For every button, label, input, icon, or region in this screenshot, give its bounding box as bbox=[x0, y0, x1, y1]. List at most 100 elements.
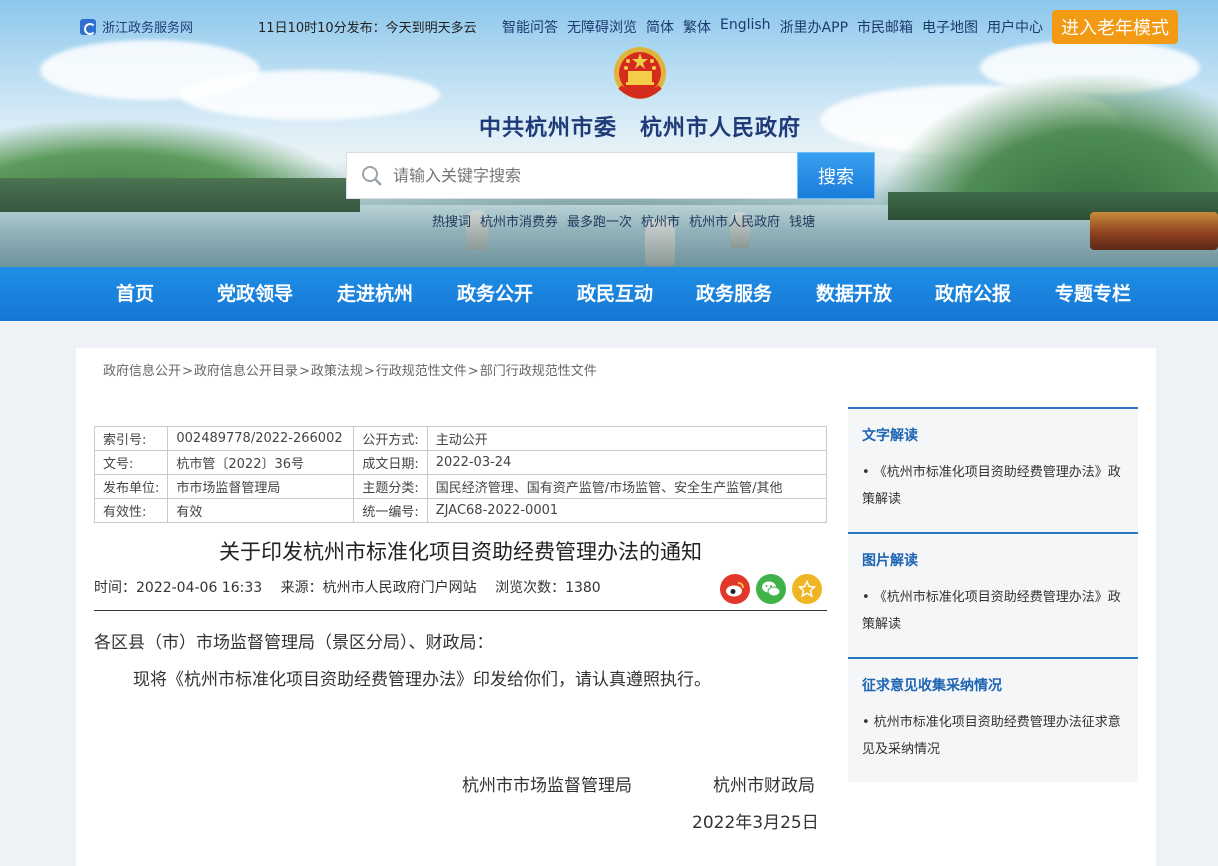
weather-ticker: 11日10时10分发布：今天到明天多云 bbox=[258, 21, 477, 36]
publish-time: 时间：2022-04-06 16:33 bbox=[94, 580, 263, 596]
meta-value: 杭市管〔2022〕36号 bbox=[167, 450, 355, 475]
table-row: 文号: 杭市管〔2022〕36号 成文日期: 2022-03-24 bbox=[93, 450, 828, 475]
breadcrumb-item[interactable]: 政府信息公开 bbox=[103, 364, 181, 379]
nav-party-leadership[interactable]: 党政领导 bbox=[200, 267, 310, 321]
shore-left bbox=[0, 178, 360, 212]
nav-about-hangzhou[interactable]: 走进杭州 bbox=[320, 267, 430, 321]
national-emblem-icon bbox=[614, 47, 666, 99]
search-icon bbox=[362, 165, 382, 186]
star-icon bbox=[798, 580, 816, 598]
breadcrumb-item[interactable]: 行政规范性文件 bbox=[376, 364, 467, 379]
article-source: 来源：杭州市人民政府门户网站 bbox=[280, 580, 477, 596]
sidebar-link[interactable]: • 杭州市标准化项目资助经费管理办法征求意见及采纳情况 bbox=[862, 709, 1127, 763]
link-english[interactable]: English bbox=[720, 17, 771, 37]
breadcrumb-separator: > bbox=[182, 364, 193, 379]
elder-mode-button[interactable]: 进入老年模式 bbox=[1052, 10, 1178, 44]
link-traditional[interactable]: 繁体 bbox=[683, 17, 711, 37]
table-row: 索引号: 002489778/2022-266002 公开方式: 主动公开 bbox=[93, 426, 828, 451]
sidebar-section-image: 图片解读 • 《杭州市标准化项目资助经费管理办法》政策解读 bbox=[848, 532, 1138, 657]
breadcrumb-separator: > bbox=[298, 364, 310, 379]
link-simplified[interactable]: 简体 bbox=[646, 17, 674, 37]
link-citizen-mail[interactable]: 市民邮箱 bbox=[857, 17, 913, 37]
breadcrumb-separator: > bbox=[363, 364, 375, 379]
nav-special-topics[interactable]: 专题专栏 bbox=[1038, 267, 1148, 321]
view-count: 浏览次数：1380 bbox=[495, 580, 601, 596]
hot-search-words: 热搜词 杭州市消费券 最多跑一次 杭州市 杭州市人民政府 钱塘 bbox=[432, 211, 815, 230]
hotword-link[interactable]: 杭州市消费券 bbox=[480, 211, 558, 230]
sidebar-section-feedback: 征求意见收集采纳情况 • 杭州市标准化项目资助经费管理办法征求意见及采纳情况 bbox=[848, 657, 1138, 782]
share-weibo-button[interactable] bbox=[720, 574, 750, 604]
nav-interaction[interactable]: 政民互动 bbox=[560, 267, 670, 321]
zhejiang-service-link[interactable]: 浙江政务服务网 bbox=[80, 17, 193, 36]
meta-value: 主动公开 bbox=[426, 426, 828, 451]
meta-label: 公开方式: bbox=[353, 426, 428, 451]
share-wechat-button[interactable] bbox=[756, 574, 786, 604]
breadcrumb-separator: > bbox=[467, 364, 479, 379]
document-meta-table: 索引号: 002489778/2022-266002 公开方式: 主动公开 文号… bbox=[93, 426, 828, 523]
sidebar-link[interactable]: • 《杭州市标准化项目资助经费管理办法》政策解读 bbox=[862, 584, 1127, 638]
link-accessibility[interactable]: 无障碍浏览 bbox=[567, 17, 637, 37]
breadcrumb: 政府信息公开>政府信息公开目录>政策法规>行政规范性文件>部门行政规范性文件 bbox=[103, 360, 597, 379]
meta-label: 索引号: bbox=[93, 426, 169, 451]
sidebar-heading: 图片解读 bbox=[862, 553, 918, 569]
title-divider bbox=[94, 610, 827, 611]
nav-gazette[interactable]: 政府公报 bbox=[918, 267, 1028, 321]
weibo-icon bbox=[726, 582, 744, 597]
search-box bbox=[346, 152, 798, 199]
signature-date: 2022年3月25日 bbox=[692, 813, 819, 833]
site-title: 中共杭州市委 杭州市人民政府 bbox=[478, 115, 801, 141]
nav-government-affairs[interactable]: 政务公开 bbox=[440, 267, 550, 321]
add-favorite-button[interactable] bbox=[792, 574, 822, 604]
sidebar-heading: 征求意见收集采纳情况 bbox=[862, 678, 1002, 694]
interpretation-sidebar: 文字解读 • 《杭州市标准化项目资助经费管理办法》政策解读 图片解读 • 《杭州… bbox=[848, 407, 1138, 782]
top-links: 智能问答 无障碍浏览 简体 繁体 English 浙里办APP 市民邮箱 电子地… bbox=[502, 17, 1052, 37]
meta-label: 发布单位: bbox=[93, 474, 169, 499]
sidebar-heading: 文字解读 bbox=[862, 428, 918, 444]
link-smart-qa[interactable]: 智能问答 bbox=[502, 17, 558, 37]
meta-value: 市市场监督管理局 bbox=[167, 474, 355, 499]
meta-label: 有效性: bbox=[93, 498, 169, 523]
sidebar-section-text: 文字解读 • 《杭州市标准化项目资助经费管理办法》政策解读 bbox=[848, 407, 1138, 532]
link-user-center[interactable]: 用户中心 bbox=[987, 17, 1043, 37]
hotwords-label: 热搜词 bbox=[432, 215, 472, 230]
letter-salutation: 各区县（市）市场监督管理局（景区分局）、财政局： bbox=[94, 633, 494, 653]
meta-value: 国民经济管理、国有资产监管/市场监管、安全生产监管/其他 bbox=[426, 474, 828, 499]
link-e-map[interactable]: 电子地图 bbox=[922, 17, 978, 37]
letter-body: 现将《杭州市标准化项目资助经费管理办法》印发给你们，请认真遵照执行。 bbox=[133, 670, 711, 690]
meta-label: 统一编号: bbox=[353, 498, 428, 523]
main-nav: 首页 党政领导 走进杭州 政务公开 政民互动 政务服务 数据开放 政府公报 专题… bbox=[0, 267, 1218, 321]
main-content: 政府信息公开>政府信息公开目录>政策法规>行政规范性文件>部门行政规范性文件 索… bbox=[76, 348, 1156, 866]
pavilion-boat bbox=[1090, 212, 1218, 250]
hotword-link[interactable]: 钱塘 bbox=[789, 211, 815, 230]
hotword-link[interactable]: 杭州市人民政府 bbox=[689, 211, 780, 230]
article-info: 时间：2022-04-06 16:33 来源：杭州市人民政府门户网站 浏览次数：… bbox=[94, 577, 615, 597]
nav-open-data[interactable]: 数据开放 bbox=[799, 267, 909, 321]
sidebar-link[interactable]: • 《杭州市标准化项目资助经费管理办法》政策解读 bbox=[862, 459, 1127, 513]
meta-label: 文号: bbox=[93, 450, 169, 475]
meta-value: 2022-03-24 bbox=[426, 450, 828, 475]
meta-label: 主题分类: bbox=[353, 474, 428, 499]
search-input[interactable] bbox=[393, 166, 773, 185]
link-zheliban-app[interactable]: 浙里办APP bbox=[780, 17, 848, 37]
article-title: 关于印发杭州市标准化项目资助经费管理办法的通知 bbox=[219, 540, 702, 564]
hotword-link[interactable]: 杭州市 bbox=[641, 211, 680, 230]
breadcrumb-item[interactable]: 政策法规 bbox=[311, 364, 363, 379]
signer-market-bureau: 杭州市市场监督管理局 bbox=[462, 776, 632, 796]
meta-value: 002489778/2022-266002 bbox=[167, 426, 355, 451]
meta-value: 有效 bbox=[167, 498, 355, 523]
breadcrumb-item[interactable]: 部门行政规范性文件 bbox=[480, 364, 597, 379]
brand-label: 浙江政务服务网 bbox=[102, 21, 194, 36]
table-row: 有效性: 有效 统一编号: ZJAC68-2022-0001 bbox=[93, 498, 828, 523]
nav-home[interactable]: 首页 bbox=[80, 267, 190, 321]
breadcrumb-item[interactable]: 政府信息公开目录 bbox=[194, 364, 298, 379]
signer-finance-bureau: 杭州市财政局 bbox=[713, 776, 815, 796]
nav-services[interactable]: 政务服务 bbox=[679, 267, 789, 321]
top-bar: 浙江政务服务网 11日10时10分发布：今天到明天多云 智能问答 无障碍浏览 简… bbox=[0, 10, 1218, 44]
meta-value: ZJAC68-2022-0001 bbox=[426, 498, 828, 523]
hotword-link[interactable]: 最多跑一次 bbox=[567, 211, 632, 230]
zhejiang-logo-icon bbox=[80, 18, 96, 35]
search-button[interactable]: 搜索 bbox=[797, 152, 875, 199]
wechat-icon bbox=[762, 581, 781, 597]
table-row: 发布单位: 市市场监督管理局 主题分类: 国民经济管理、国有资产监管/市场监管、… bbox=[93, 474, 828, 499]
meta-label: 成文日期: bbox=[353, 450, 428, 475]
